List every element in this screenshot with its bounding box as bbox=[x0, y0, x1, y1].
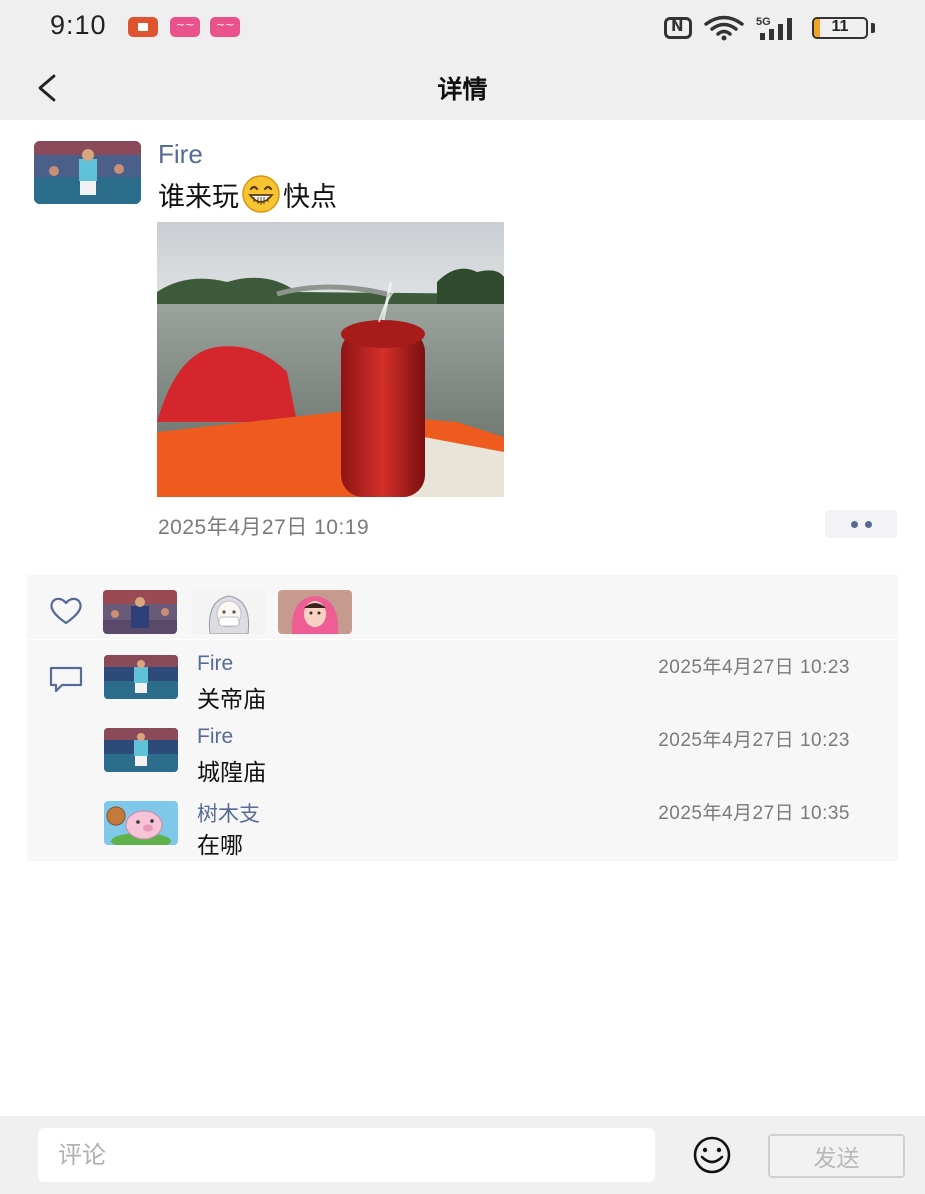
comments-panel: Fire 2025年4月27日 10:23 关帝庙 Fire 2025年4月27… bbox=[27, 640, 898, 861]
post-text: 谁来玩 快点 bbox=[158, 174, 337, 214]
grinning-emoji-icon bbox=[242, 175, 280, 213]
more-actions-button[interactable] bbox=[825, 510, 897, 538]
likes-panel bbox=[27, 575, 898, 639]
battery-level-text: 11 bbox=[831, 18, 849, 35]
comment-timestamp: 2025年4月27日 10:23 bbox=[658, 730, 850, 751]
post-photo[interactable] bbox=[157, 222, 504, 497]
comment-author-avatar[interactable] bbox=[104, 655, 178, 699]
battery-icon: 11 bbox=[812, 17, 868, 39]
liker-avatar[interactable] bbox=[192, 590, 266, 634]
comment-author-avatar[interactable] bbox=[104, 728, 178, 772]
comment-text[interactable]: 在哪 bbox=[197, 826, 243, 860]
post-text-after: 快点 bbox=[283, 181, 337, 213]
comment-timestamp: 2025年4月27日 10:35 bbox=[658, 803, 850, 824]
comment-author-avatar[interactable] bbox=[104, 801, 178, 845]
nav-bar: 详情 bbox=[0, 56, 925, 120]
post-author-name[interactable]: Fire bbox=[158, 139, 203, 170]
cellular-5g-icon: 5G bbox=[756, 16, 792, 40]
comment-author-name[interactable]: Fire bbox=[197, 725, 233, 749]
network-label: 5G bbox=[756, 16, 771, 28]
send-button[interactable]: 发送 bbox=[768, 1134, 905, 1178]
comment-input-bar: 发送 bbox=[0, 1116, 925, 1194]
crowd-avatar-image bbox=[103, 590, 177, 634]
comment-input[interactable] bbox=[38, 1128, 655, 1182]
app-notification-icon bbox=[170, 17, 200, 37]
cartoon-pig-avatar-image bbox=[104, 801, 178, 845]
pink-hoodie-avatar-image bbox=[278, 590, 352, 634]
lock-app-icon bbox=[128, 17, 158, 37]
comment-author-name[interactable]: Fire bbox=[197, 652, 233, 676]
emoji-icon[interactable] bbox=[680, 1135, 744, 1175]
comment-text[interactable]: 关帝庙 bbox=[197, 680, 266, 714]
page-title: 详情 bbox=[437, 75, 488, 104]
heart-icon bbox=[50, 597, 82, 625]
comment-timestamp: 2025年4月27日 10:23 bbox=[658, 657, 850, 678]
status-time: 9:10 bbox=[50, 10, 107, 40]
status-indicators: 5G 11 bbox=[664, 15, 875, 41]
comment-bubble-icon bbox=[49, 666, 83, 693]
post-timestamp: 2025年4月27日 10:19 bbox=[158, 516, 370, 539]
more-dot bbox=[864, 520, 872, 528]
anime-avatar-image bbox=[192, 590, 266, 634]
app-notification-icon bbox=[210, 17, 240, 37]
post-text-before: 谁来玩 bbox=[158, 181, 239, 213]
crowd-avatar-image bbox=[34, 141, 141, 204]
battery-cap bbox=[871, 23, 875, 33]
comment-author-name[interactable]: 树木支 bbox=[197, 798, 260, 828]
nfc-icon bbox=[664, 17, 692, 39]
status-bar: 9:10 5G 11 bbox=[0, 0, 925, 56]
crowd-avatar-image bbox=[104, 728, 178, 772]
more-dot bbox=[850, 520, 858, 528]
wifi-icon bbox=[704, 15, 744, 41]
liker-avatar[interactable] bbox=[103, 590, 177, 634]
post-author-avatar[interactable] bbox=[34, 141, 141, 204]
comment-text[interactable]: 城隍庙 bbox=[197, 753, 266, 787]
crowd-avatar-image bbox=[104, 655, 178, 699]
lake-boat-photo bbox=[157, 222, 504, 497]
liker-avatar[interactable] bbox=[278, 590, 352, 634]
